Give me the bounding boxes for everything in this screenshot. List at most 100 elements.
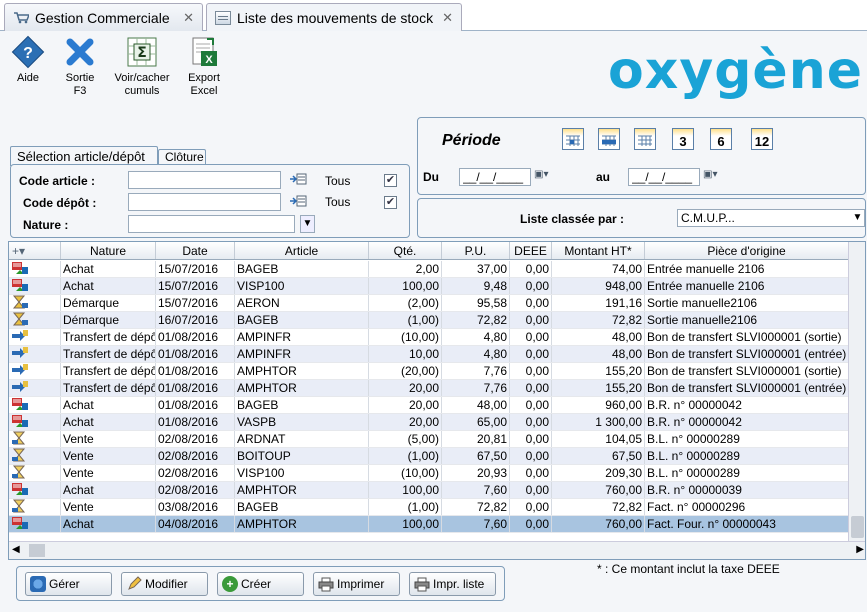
date-from-input[interactable] (459, 168, 531, 186)
calendar-dropdown-icon[interactable]: ▣▾ (534, 169, 548, 180)
tab-bar: Gestion Commerciale ✕ Liste des mouvemen… (0, 0, 867, 31)
period-month-button[interactable] (634, 128, 656, 150)
table-row[interactable]: Achat 15/07/2016 VISP100 100,00 9,48 0,00 948,… (9, 278, 849, 295)
code-article-input[interactable] (128, 171, 281, 189)
scroll-left-icon[interactable]: ◀ (12, 544, 20, 555)
table-row[interactable]: Transfert de dépôt 01/08/2016 AMPINFR 10,00… (9, 346, 849, 363)
gear-icon (30, 576, 46, 592)
main-content: ? Aide Sortie F3 Σ Voir/cacher cumuls X … (0, 31, 867, 612)
table-cell: B.L. n° 00000289 (645, 431, 849, 447)
period-3-months-button[interactable]: 3 (672, 128, 694, 150)
period-12-months-button[interactable]: 12 (751, 128, 773, 150)
gerer-button[interactable]: Gérer (25, 572, 112, 596)
creer-label: Créer (241, 577, 272, 591)
tab-selection-article-depot[interactable]: Sélection article/dépôt (10, 146, 158, 166)
table-cell: 0,00 (510, 363, 552, 379)
table-cell: BOITOUP (235, 448, 369, 464)
export-excel-button[interactable]: X Export Excel (176, 35, 232, 98)
table-cell: 72,82 (442, 312, 510, 328)
imprimer-button[interactable]: Imprimer (313, 572, 400, 596)
transfert-icon (9, 329, 61, 345)
table-cell: Achat (61, 516, 156, 532)
column-header[interactable]: DEEE (510, 242, 552, 259)
column-header[interactable]: Montant HT* (552, 242, 645, 259)
code-article-tous-checkbox[interactable]: ✔ (384, 174, 397, 187)
achat-icon (9, 397, 61, 413)
column-header[interactable]: Nature (61, 242, 156, 259)
tab-liste-mouvements[interactable]: Liste des mouvements de stock ✕ (206, 3, 462, 31)
select-list-icon[interactable] (289, 194, 307, 208)
table-row[interactable]: Vente 03/08/2016 BAGEB (1,00) 72,82 0,00 72,82… (9, 499, 849, 516)
toggle-totals-button[interactable]: Σ Voir/cacher cumuls (114, 35, 170, 98)
date-to-input[interactable] (628, 168, 700, 186)
table-row[interactable]: Vente 02/08/2016 BOITOUP (1,00) 67,50 0,00 67,… (9, 448, 849, 465)
table-row[interactable]: Achat 01/08/2016 BAGEB 20,00 48,00 0,00 960,00… (9, 397, 849, 414)
code-depot-tous-checkbox[interactable]: ✔ (384, 196, 397, 209)
scroll-thumb[interactable] (851, 516, 864, 538)
nature-select[interactable] (128, 215, 295, 233)
table-row[interactable]: Achat 04/08/2016 AMPHTOR 100,00 7,60 0,00 760,… (9, 516, 849, 533)
column-header[interactable]: Date (156, 242, 235, 259)
table-cell: 02/08/2016 (156, 448, 235, 464)
table-cell: (1,00) (369, 499, 442, 515)
chevron-down-icon[interactable]: ▼ (300, 215, 315, 233)
imprimer-liste-button[interactable]: Impr. liste (409, 572, 496, 596)
close-tab-icon[interactable]: ✕ (183, 10, 194, 26)
column-header[interactable]: Qté. (369, 242, 442, 259)
table-row[interactable]: Vente 02/08/2016 ARDNAT (5,00) 20,81 0,00 104,… (9, 431, 849, 448)
close-tab-icon[interactable]: ✕ (442, 10, 453, 26)
table-cell: 48,00 (442, 397, 510, 413)
vertical-scrollbar[interactable] (848, 242, 865, 542)
column-chooser-icon[interactable]: +▾ (9, 242, 61, 259)
table-cell: 67,50 (442, 448, 510, 464)
table-cell: (1,00) (369, 312, 442, 328)
column-header[interactable]: Article (235, 242, 369, 259)
tab-cloture[interactable]: Clôture (158, 149, 206, 165)
table-cell: 20,00 (369, 380, 442, 396)
code-depot-input[interactable] (128, 193, 281, 211)
table-cell: 0,00 (510, 380, 552, 396)
table-row[interactable]: Achat 15/07/2016 BAGEB 2,00 37,00 0,00 74,00 En… (9, 261, 849, 278)
table-cell: 48,00 (552, 329, 645, 345)
scroll-right-icon[interactable]: ▶ (856, 544, 864, 555)
table-row[interactable]: Achat 02/08/2016 AMPHTOR 100,00 7,60 0,00 760,… (9, 482, 849, 499)
period-week-button[interactable] (598, 128, 620, 150)
table-cell: 72,82 (442, 499, 510, 515)
column-header[interactable]: P.U. (442, 242, 510, 259)
tab-gestion-commerciale[interactable]: Gestion Commerciale ✕ (4, 3, 203, 31)
table-row[interactable]: Démarque 15/07/2016 AERON (2,00) 95,58 0,00 19… (9, 295, 849, 312)
horizontal-scrollbar[interactable]: ◀ ▶ (9, 541, 865, 559)
selection-panel: Code article : Tous ✔ Code dépôt : Tous … (10, 164, 410, 238)
column-header[interactable]: Pièce d'origine (645, 242, 849, 259)
table-cell: VISP100 (235, 465, 369, 481)
modifier-button[interactable]: Modifier (121, 572, 208, 596)
table-row[interactable]: Transfert de dépôt 01/08/2016 AMPINFR (10,0… (9, 329, 849, 346)
period-day-button[interactable] (562, 128, 584, 150)
table-cell: Bon de transfert SLVI000001 (sortie) (645, 329, 849, 345)
table-row[interactable]: Démarque 16/07/2016 BAGEB (1,00) 72,82 0,00 72… (9, 312, 849, 329)
period-6-months-button[interactable]: 6 (710, 128, 732, 150)
chevron-down-icon[interactable]: ▼ (851, 210, 864, 226)
exit-button[interactable]: Sortie F3 (52, 35, 108, 98)
table-row[interactable]: Transfert de dépôt 01/08/2016 AMPHTOR (20,0… (9, 363, 849, 380)
table-header: +▾ Nature Date Article Qté. P.U. DEEE Mo… (9, 242, 849, 260)
creer-button[interactable]: + Créer (217, 572, 304, 596)
classement-select[interactable]: C.M.U.P... (677, 209, 865, 227)
table-cell: 960,00 (552, 397, 645, 413)
table-row[interactable]: Vente 02/08/2016 VISP100 (10,00) 20,93 0,00 20… (9, 465, 849, 482)
select-list-icon[interactable] (289, 172, 307, 186)
export-excel-label: Export Excel (188, 72, 220, 97)
table-row[interactable]: Achat 01/08/2016 VASPB 20,00 65,00 0,00 1 300,… (9, 414, 849, 431)
table-cell: 100,00 (369, 278, 442, 294)
table-cell: Bon de transfert SLVI000001 (sortie) (645, 363, 849, 379)
calendar-dropdown-icon[interactable]: ▣▾ (703, 169, 717, 180)
scroll-thumb[interactable] (29, 544, 45, 557)
table-row[interactable]: Transfert de dépôt 01/08/2016 AMPHTOR 20,00… (9, 380, 849, 397)
table-cell: 02/08/2016 (156, 431, 235, 447)
table-cell: Transfert de dépôt (63, 329, 156, 345)
demarque-icon (9, 312, 61, 328)
table-cell: ARDNAT (235, 431, 369, 447)
help-button[interactable]: ? Aide (0, 35, 56, 85)
cart-icon (13, 11, 31, 24)
achat-icon (9, 516, 61, 532)
